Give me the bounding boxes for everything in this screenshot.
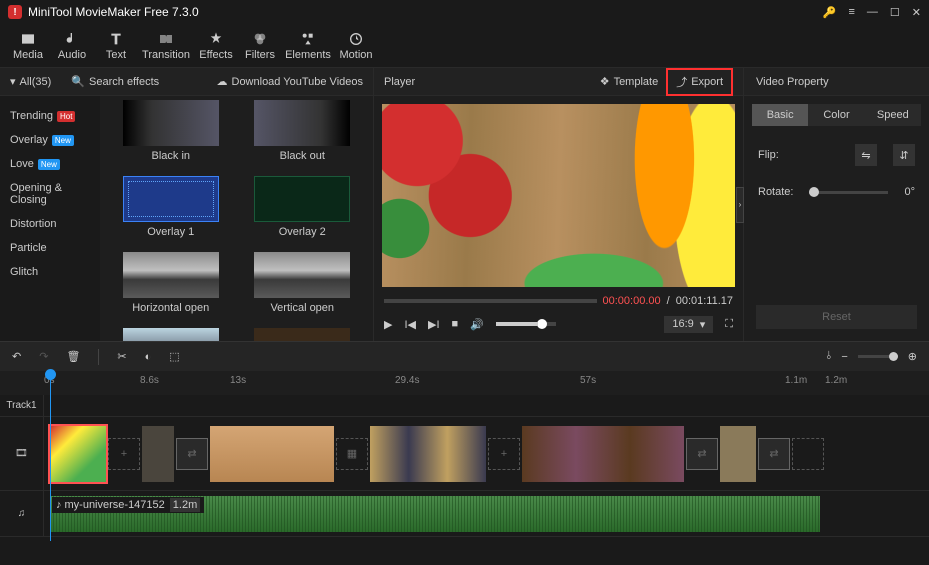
transition-slot-3[interactable]: ▦ — [336, 438, 368, 470]
panel-expand-handle[interactable]: › — [736, 187, 744, 223]
tab-basic[interactable]: Basic — [752, 104, 808, 126]
all-dropdown[interactable]: ▾All(35) — [10, 75, 51, 88]
delete-icon[interactable]: 🗑 — [66, 350, 80, 363]
transition-slot-2[interactable]: ⇄ — [176, 438, 208, 470]
minimize-icon[interactable]: — — [867, 6, 878, 18]
close-icon[interactable]: ✕ — [912, 6, 921, 19]
search-input[interactable]: 🔍Search effects — [71, 75, 159, 88]
sidebar-item-overlay[interactable]: OverlayNew — [0, 128, 100, 152]
tab-color[interactable]: Color — [808, 104, 864, 126]
redo-icon[interactable]: ↷ — [39, 350, 48, 363]
template-button[interactable]: ❖Template — [592, 71, 667, 92]
key-icon[interactable]: 🔑 — [823, 6, 837, 19]
video-clip-4[interactable] — [370, 426, 486, 482]
seek-bar[interactable] — [384, 299, 597, 303]
play-icon[interactable]: ▶ — [384, 318, 392, 331]
player-title: Player — [384, 76, 592, 88]
transition-slot-6[interactable]: ⇄ — [758, 438, 790, 470]
video-preview — [382, 104, 735, 287]
video-track-icon: 🎞 — [0, 417, 44, 490]
music-icon: ♪ — [56, 499, 62, 511]
export-icon: ⤴ — [676, 74, 687, 90]
playhead[interactable] — [50, 371, 51, 541]
props-title: Video Property — [756, 76, 829, 88]
rotate-slider[interactable] — [809, 191, 888, 194]
audio-track-icon: ♫ — [0, 491, 44, 536]
zoom-out-icon[interactable]: − — [841, 351, 847, 363]
prev-icon[interactable]: I◀ — [404, 318, 416, 331]
zoom-slider[interactable] — [858, 355, 898, 358]
transition-slot-empty[interactable] — [792, 438, 824, 470]
flip-horizontal-button[interactable]: ⇋ — [855, 144, 877, 166]
motion-tab[interactable]: Motion — [334, 25, 378, 67]
sidebar-item-trending[interactable]: TrendingHot — [0, 104, 100, 128]
app-logo: ! — [8, 5, 22, 19]
transition-slot-4[interactable]: + — [488, 438, 520, 470]
cloud-icon: ☁ — [217, 75, 228, 88]
effect-blackin[interactable]: Black in — [110, 96, 232, 162]
video-clip-6[interactable] — [720, 426, 756, 482]
effect-blackout[interactable]: Black out — [242, 96, 364, 162]
filters-tab[interactable]: Filters — [238, 25, 282, 67]
crop-icon[interactable]: ⬚ — [169, 350, 179, 363]
undo-icon[interactable]: ↶ — [12, 350, 21, 363]
volume-icon[interactable]: 🔊 — [470, 318, 484, 331]
template-icon: ❖ — [600, 75, 610, 88]
tab-speed[interactable]: Speed — [865, 104, 921, 126]
rotate-value: 0° — [904, 186, 915, 198]
aspect-ratio-select[interactable]: 16:9▾ — [664, 316, 713, 333]
sidebar-item-love[interactable]: LoveNew — [0, 152, 100, 176]
sidebar-item-glitch[interactable]: Glitch — [0, 260, 100, 284]
cut-icon[interactable]: ✂ — [117, 350, 126, 363]
transition-tab[interactable]: Transition — [138, 25, 194, 67]
sidebar-item-particle[interactable]: Particle — [0, 236, 100, 260]
export-button[interactable]: ⤴Export — [666, 68, 733, 96]
current-time: 00:00:00.00 — [603, 295, 661, 307]
menu-icon[interactable]: ≡ — [848, 6, 854, 18]
sidebar-item-opening[interactable]: Opening & Closing — [0, 176, 100, 212]
stop-icon[interactable]: ■ — [452, 318, 459, 330]
transition-slot-5[interactable]: ⇄ — [686, 438, 718, 470]
track1-label: Track1 — [0, 395, 44, 416]
effect-horizontal-open[interactable]: Horizontal open — [110, 248, 232, 314]
effect-extra2[interactable] — [242, 324, 364, 341]
video-clip-3[interactable] — [210, 426, 334, 482]
fullscreen-icon[interactable]: ⛶ — [725, 318, 733, 331]
transition-slot-1[interactable]: + — [108, 438, 140, 470]
zoom-in-icon[interactable]: ⊕ — [908, 350, 917, 363]
effect-extra1[interactable] — [110, 324, 232, 341]
effect-overlay2[interactable]: Overlay 2 — [242, 172, 364, 238]
reset-button[interactable]: Reset — [756, 305, 917, 329]
total-time: 00:01:11.17 — [676, 295, 733, 307]
maximize-icon[interactable]: ☐ — [890, 6, 900, 19]
audio-tab[interactable]: Audio — [50, 25, 94, 67]
effects-tab[interactable]: Effects — [194, 25, 238, 67]
flip-vertical-button[interactable]: ⇵ — [893, 144, 915, 166]
effect-vertical-open[interactable]: Vertical open — [242, 248, 364, 314]
rotate-label: Rotate: — [758, 186, 793, 198]
flip-label: Flip: — [758, 149, 779, 161]
media-tab[interactable]: Media — [6, 25, 50, 67]
sidebar-item-distortion[interactable]: Distortion — [0, 212, 100, 236]
elements-tab[interactable]: Elements — [282, 25, 334, 67]
video-clip-5[interactable] — [522, 426, 684, 482]
volume-slider[interactable] — [496, 322, 556, 326]
search-icon: 🔍 — [71, 75, 85, 88]
effect-overlay1[interactable]: Overlay 1 — [110, 172, 232, 238]
next-icon[interactable]: ▶I — [428, 318, 440, 331]
text-tab[interactable]: Text — [94, 25, 138, 67]
speed-icon[interactable]: ◐ — [145, 351, 152, 363]
time-ruler[interactable]: 0s 8.6s 13s 29.4s 57s 1.1m 1.2m — [0, 371, 929, 395]
magnet-icon[interactable]: ⫰ — [827, 350, 832, 363]
audio-clip-1[interactable]: ♪my-universe-1471521.2m — [50, 496, 820, 532]
app-title: MiniTool MovieMaker Free 7.3.0 — [28, 5, 823, 19]
video-clip-1[interactable] — [50, 426, 106, 482]
video-clip-2[interactable] — [142, 426, 174, 482]
download-link[interactable]: ☁Download YouTube Videos — [217, 75, 364, 88]
